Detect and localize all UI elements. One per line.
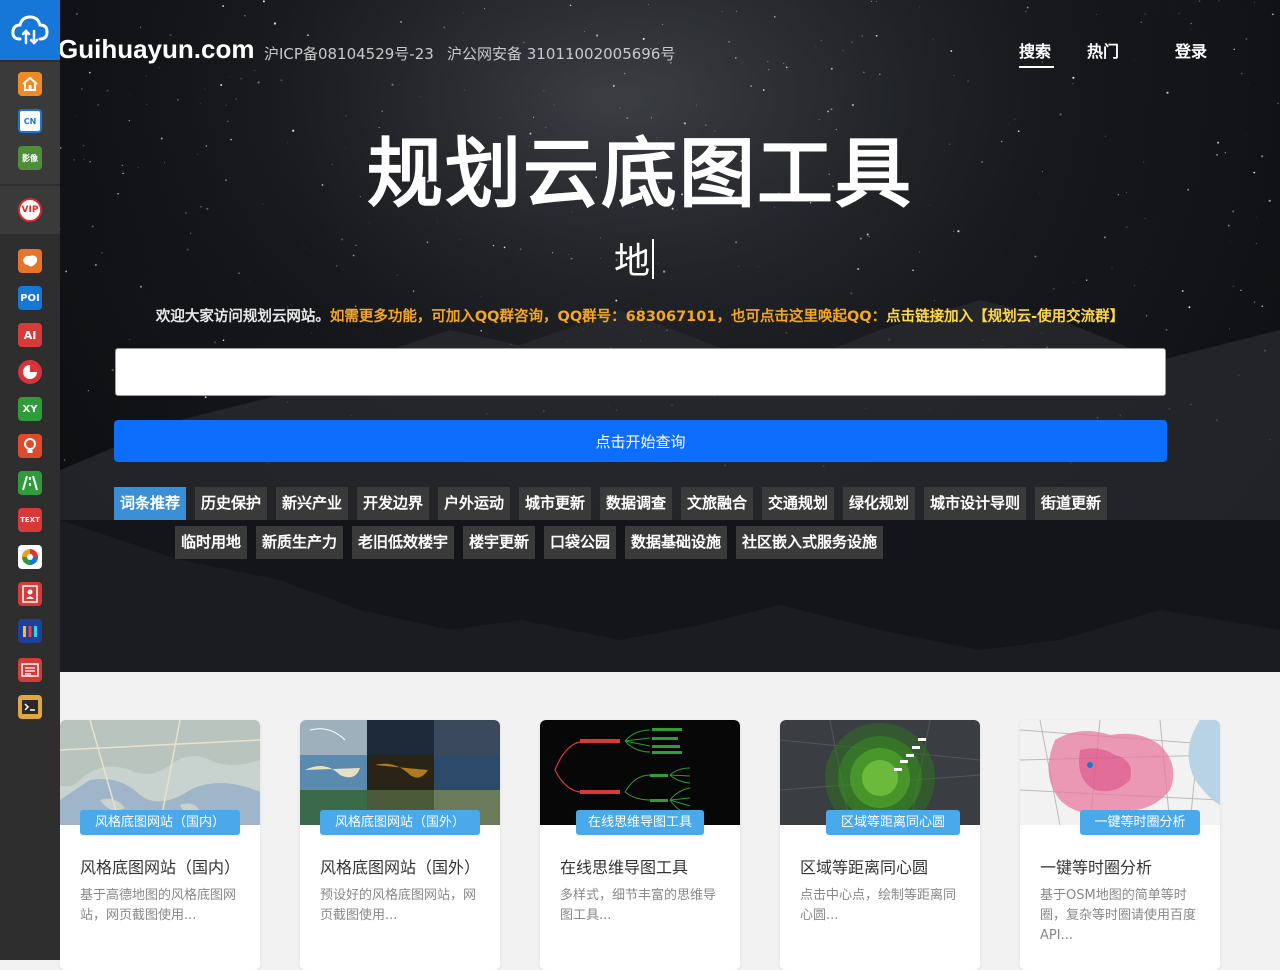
welcome-intro: 欢迎大家访问规划云网站。 — [155, 309, 330, 325]
nav-search[interactable]: 搜索 — [1019, 38, 1051, 62]
pie-chart-icon[interactable] — [18, 360, 42, 384]
police-record[interactable]: 沪公网安备 31011002005696号 — [447, 43, 675, 64]
tool-card[interactable]: 在线思维导图工具 在线思维导图工具 多样式，细节丰富的思维导图工具... — [540, 720, 740, 970]
card-title: 风格底图网站（国外） — [320, 858, 481, 877]
icp-record[interactable]: 沪ICP备08104529号-23 — [264, 43, 434, 64]
tianditu-imagery-icon[interactable]: 影像 — [18, 146, 42, 170]
site-brand[interactable]: Guihuayun.com — [60, 34, 254, 65]
tianditu-cn-icon[interactable]: CN — [18, 109, 42, 133]
card-badge: 在线思维导图工具 — [576, 810, 704, 835]
cloud-upload-icon[interactable] — [0, 0, 60, 60]
text-label: TEXT — [20, 516, 40, 524]
tag-item[interactable]: 历史保护 — [195, 487, 267, 520]
tool-card[interactable]: 风格底图网站（国外） 风格底图网站（国外） 预设好的风格底图网站，网页截图使用.… — [300, 720, 500, 970]
card-title: 在线思维导图工具 — [560, 858, 689, 877]
terminal-icon[interactable] — [18, 695, 42, 719]
nav-hot[interactable]: 热门 — [1087, 38, 1119, 62]
tag-item[interactable]: 社区嵌入式服务设施 — [736, 526, 883, 559]
welcome-message: 欢迎大家访问规划云网站。如需更多功能，可加入QQ群咨询，QQ群号：6830671… — [60, 305, 1280, 326]
typing-text-value: 地 — [614, 241, 651, 282]
color-bars-icon[interactable] — [18, 619, 42, 643]
color-wheel-icon[interactable] — [18, 545, 42, 569]
ai-icon[interactable]: AI — [18, 323, 42, 347]
card-title: 一键等时圈分析 — [1040, 858, 1153, 877]
xy-coordinate-icon[interactable]: XY — [18, 397, 42, 421]
xy-label: XY — [22, 403, 38, 415]
starry-sky-background — [60, 0, 1280, 672]
china-map-icon[interactable] — [18, 249, 42, 273]
home-icon[interactable] — [18, 72, 42, 96]
tag-item[interactable]: 口袋公园 — [544, 526, 616, 559]
card-description: 预设好的风格底图网站，网页截图使用... — [320, 888, 477, 923]
card-badge: 风格底图网站（国外） — [320, 810, 480, 835]
tag-item[interactable]: 开发边界 — [357, 487, 429, 520]
lightbulb-icon[interactable] — [18, 434, 42, 458]
search-button[interactable]: 点击开始查询 — [114, 420, 1167, 462]
tool-card[interactable]: 风格底图网站（国内） 风格底图网站（国内） 基于高德地图的风格底图网站，网页截图… — [60, 720, 260, 970]
typing-text: 地 — [614, 232, 655, 284]
card-title: 风格底图网站（国内） — [80, 858, 241, 877]
news-icon[interactable] — [18, 658, 42, 682]
tag-item[interactable]: 新兴产业 — [276, 487, 348, 520]
tag-item[interactable]: 城市设计导则 — [924, 487, 1026, 520]
tool-card[interactable]: 一键等时圈分析 一键等时圈分析 基于OSM地图的简单等时圈，复杂等时圈请使用百度… — [1020, 720, 1220, 970]
card-title: 区域等距离同心圆 — [800, 858, 929, 877]
hero-banner: Guihuayun.com 沪ICP备08104529号-23 沪公网安备 31… — [60, 0, 1280, 672]
poi-icon[interactable]: POI — [18, 286, 42, 310]
text-icon[interactable]: TEXT — [18, 508, 42, 532]
search-input[interactable] — [115, 348, 1166, 396]
hero-title: 规划云底图工具 — [367, 129, 913, 218]
contact-icon[interactable] — [18, 582, 42, 606]
road-icon[interactable] — [18, 471, 42, 495]
tag-item[interactable]: 绿化规划 — [843, 487, 915, 520]
card-description: 多样式，细节丰富的思维导图工具... — [560, 888, 717, 923]
poi-label: POI — [20, 292, 40, 304]
ai-label: AI — [23, 328, 37, 342]
tianditu-imagery-label: 影像 — [22, 153, 38, 163]
tag-item[interactable]: 新质生产力 — [256, 526, 343, 559]
tag-item[interactable]: 文旅融合 — [681, 487, 753, 520]
vip-icon[interactable]: VIP — [18, 198, 42, 222]
tag-item[interactable]: 户外运动 — [438, 487, 510, 520]
tag-item[interactable]: 街道更新 — [1035, 487, 1107, 520]
tag-item[interactable]: 临时用地 — [175, 526, 247, 559]
tag-item[interactable]: 楼宇更新 — [463, 526, 535, 559]
sidebar: CN 影像 VIP POI AI XY TEXT — [0, 0, 60, 960]
tag-item[interactable]: 交通规划 — [762, 487, 834, 520]
card-badge: 一键等时圈分析 — [1080, 810, 1200, 835]
tianditu-cn-label: CN — [23, 116, 37, 126]
tag-item[interactable]: 城市更新 — [519, 487, 591, 520]
tag-item[interactable]: 数据调查 — [600, 487, 672, 520]
qq-group-info: 如需更多功能，可加入QQ群咨询，QQ群号：683067101，也可点击这里唤起Q… — [329, 309, 887, 325]
card-badge: 区域等距离同心圆 — [826, 810, 960, 835]
nav-active-indicator — [1019, 66, 1054, 68]
vip-label: VIP — [21, 205, 39, 215]
qq-group-link[interactable]: 点击链接加入【规划云-使用交流群】 — [886, 309, 1124, 325]
card-description: 基于高德地图的风格底图网站，网页截图使用... — [80, 888, 237, 923]
tag-item[interactable]: 词条推荐 — [114, 487, 186, 520]
tag-item[interactable]: 老旧低效楼宇 — [352, 526, 454, 559]
tool-card[interactable]: 区域等距离同心圆 区域等距离同心圆 点击中心点，绘制等距离同心圆... — [780, 720, 980, 970]
nav-login[interactable]: 登录 — [1175, 38, 1207, 62]
tag-item[interactable]: 数据基础设施 — [625, 526, 727, 559]
card-badge: 风格底图网站（国内） — [80, 810, 240, 835]
typing-caret — [652, 239, 655, 279]
card-description: 基于OSM地图的简单等时圈，复杂等时圈请使用百度API... — [1040, 888, 1197, 943]
card-description: 点击中心点，绘制等距离同心圆... — [800, 888, 957, 923]
